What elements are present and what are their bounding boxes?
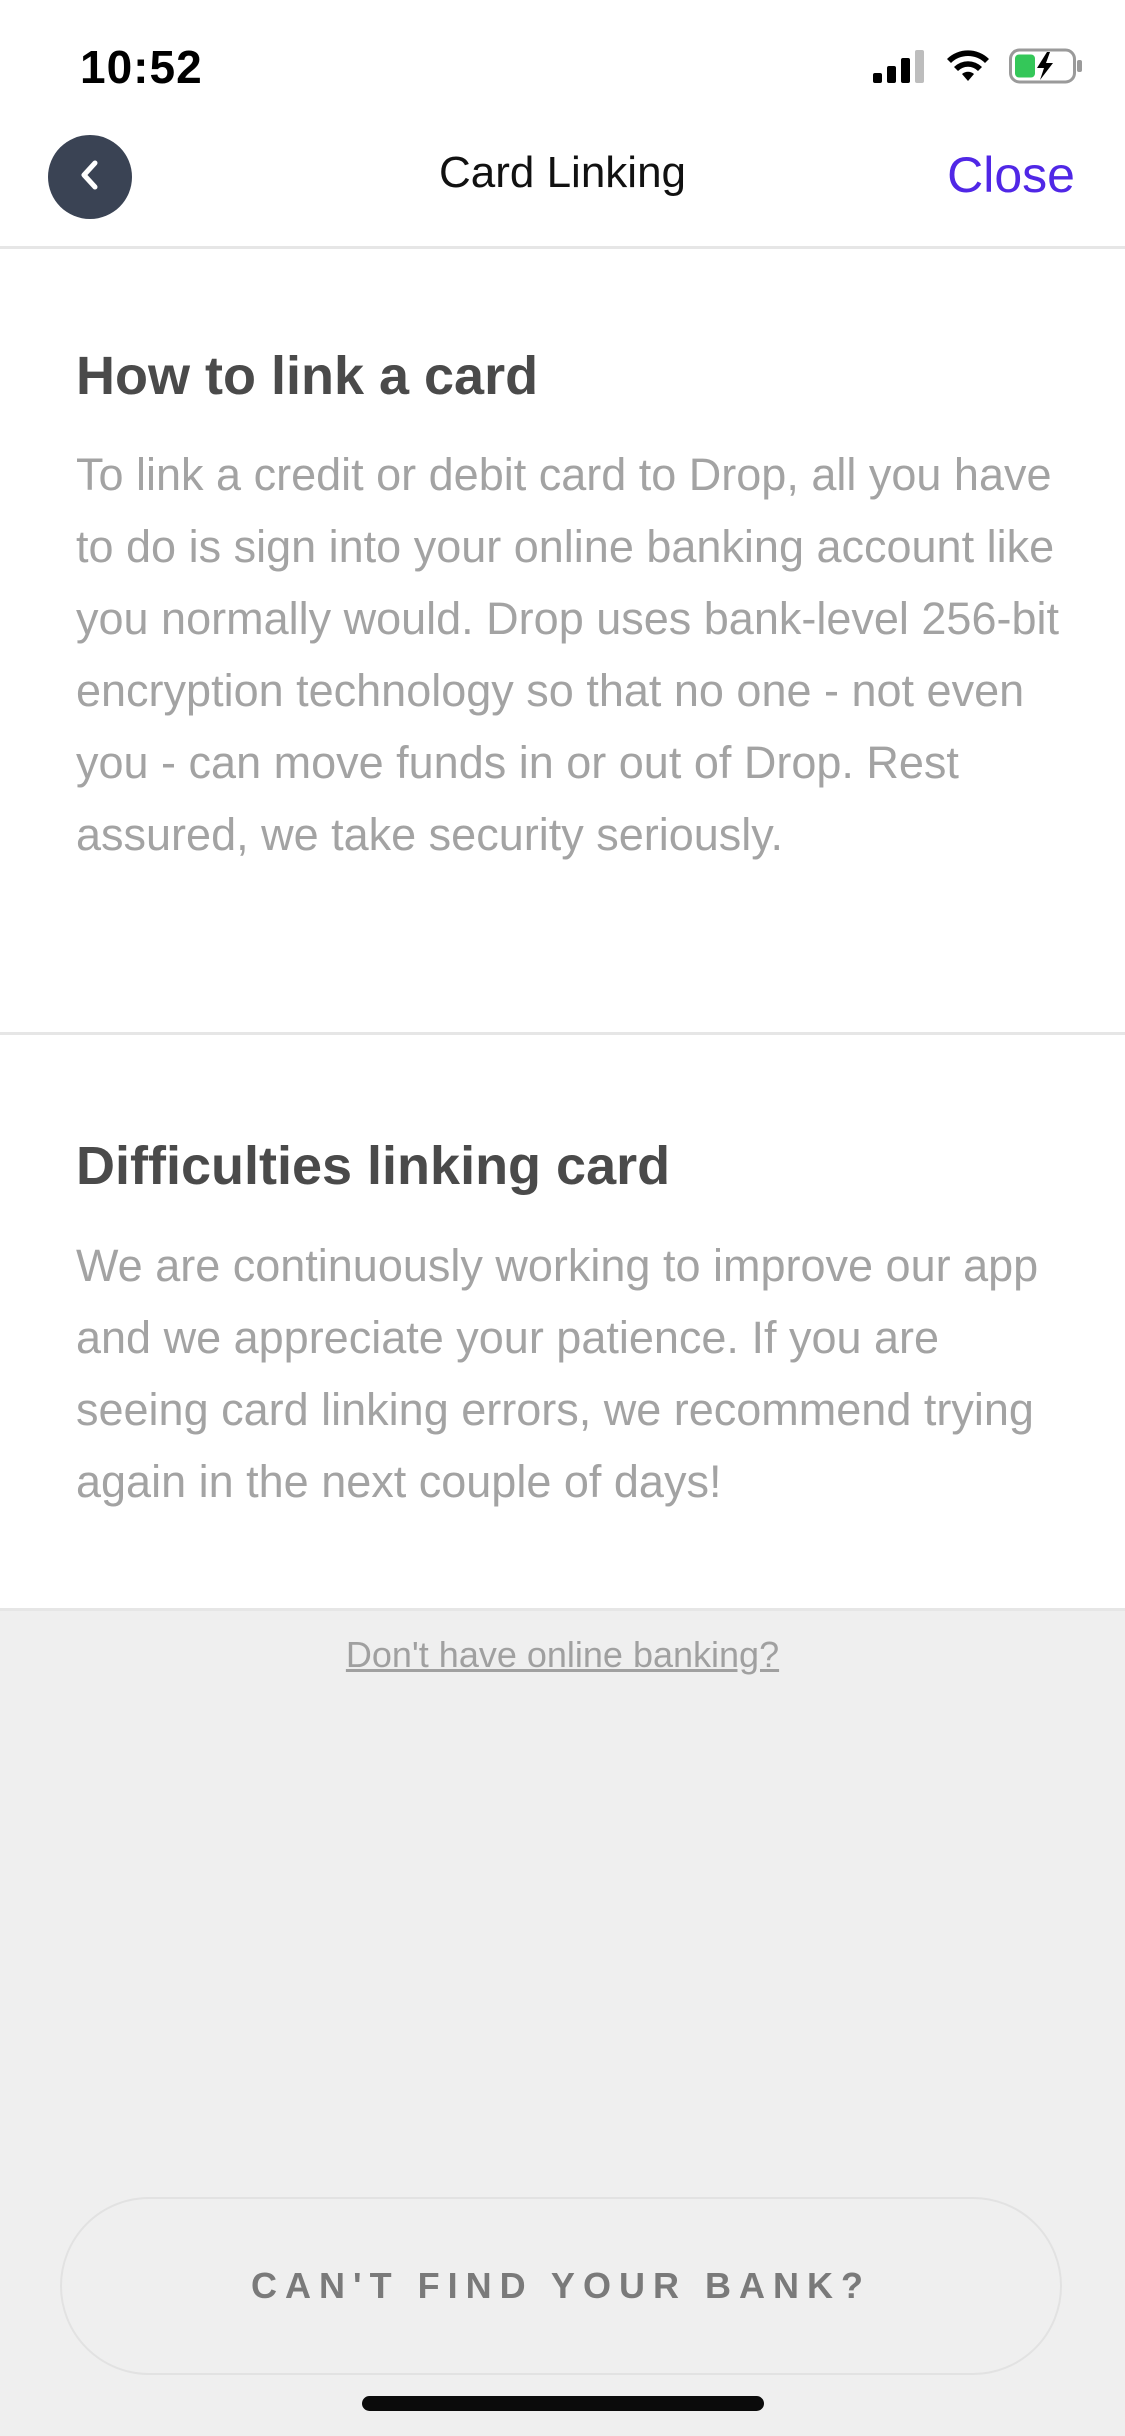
section-body: To link a credit or debit card to Drop, …	[76, 449, 1059, 860]
section-heading: Difficulties linking card	[76, 1136, 671, 1196]
battery-charging-icon	[1009, 48, 1083, 89]
section-heading: How to link a card	[76, 346, 539, 406]
info-section-how-to-link: How to link a card To link a credit or d…	[0, 249, 1125, 1035]
section-body: We are continuously working to improve o…	[76, 1240, 1039, 1507]
cant-find-bank-label: CAN'T FIND YOUR BANK?	[251, 2265, 871, 2306]
status-time: 10:52	[80, 41, 203, 93]
card-linking-screen: 10:52 Card Linking Close How to link a c…	[0, 0, 1125, 2436]
no-online-banking-link[interactable]: Don't have online banking?	[0, 1634, 1125, 1676]
info-section-difficulties: Difficulties linking card We are continu…	[0, 1035, 1125, 1611]
status-icons	[873, 48, 1083, 88]
wifi-icon	[945, 49, 991, 88]
cellular-signal-icon	[873, 49, 927, 88]
status-bar: 10:52	[0, 0, 1125, 132]
home-indicator	[362, 2396, 764, 2411]
cant-find-bank-button[interactable]: CAN'T FIND YOUR BANK?	[60, 2197, 1062, 2375]
close-button[interactable]: Close	[947, 146, 1075, 204]
nav-bar: Card Linking Close	[0, 132, 1125, 249]
